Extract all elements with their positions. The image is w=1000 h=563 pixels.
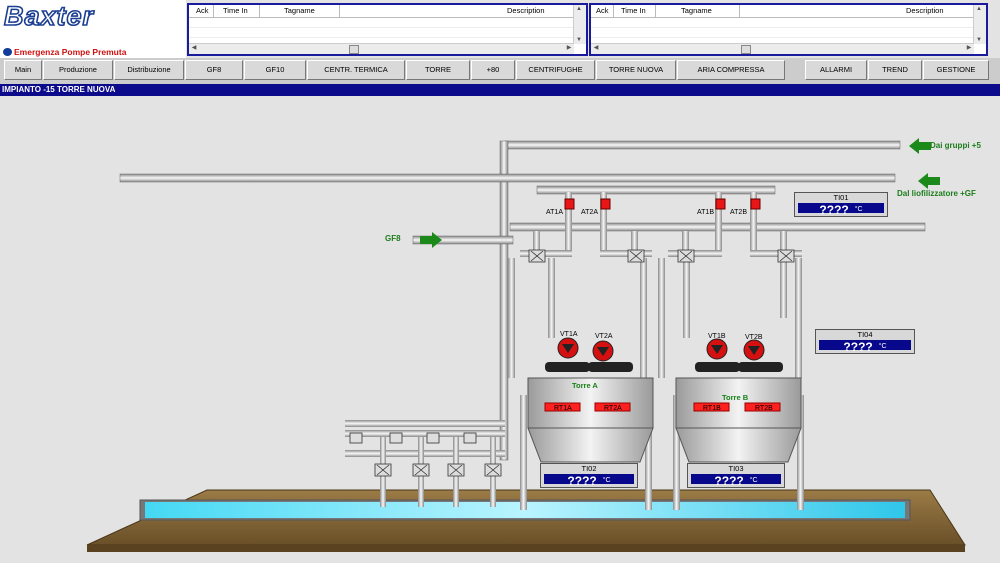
- temp-value: ???? °C: [819, 340, 911, 354]
- emergency-indicator-icon: [3, 48, 12, 56]
- alarm-table-right[interactable]: Ack Time In Tagname Description ▲ ▼ ◀ ▶: [589, 3, 988, 56]
- baxter-logo: Baxter: [3, 0, 95, 32]
- nav-allarmi[interactable]: ALLARMI: [805, 60, 867, 80]
- col-ack: Ack: [196, 6, 209, 15]
- nav-distribuzione[interactable]: Distribuzione: [114, 60, 184, 80]
- inlet-liofilizzatore-label: Dal liofilizzatore +GF: [897, 189, 976, 198]
- temp-label: TI03: [728, 464, 744, 473]
- heater-rt1a-label: RT1A: [554, 405, 572, 412]
- temp-display-ti02[interactable]: TI02 ???? °C: [540, 463, 638, 488]
- temp-value: ???? °C: [691, 474, 781, 488]
- nav-gf8[interactable]: GF8: [185, 60, 243, 80]
- temp-value: ???? °C: [544, 474, 634, 488]
- alarm-table-header: Ack Time In Tagname Description: [591, 5, 974, 18]
- nav-trend[interactable]: TREND: [868, 60, 922, 80]
- heater-rt2a-label: RT2A: [604, 405, 622, 412]
- valve-at1a-label: AT1A: [546, 209, 563, 216]
- col-description: Description: [906, 6, 944, 15]
- nav-centrifughe[interactable]: CENTRIFUGHE: [516, 60, 595, 80]
- temp-label: TI02: [581, 464, 597, 473]
- fan-vt1b-label: VT1B: [708, 333, 726, 340]
- valve-at2a-label: AT2A: [581, 209, 598, 216]
- vertical-scrollbar[interactable]: ▲ ▼: [573, 5, 586, 44]
- fan-vt2b-label: VT2B: [745, 334, 763, 341]
- vertical-scrollbar[interactable]: ▲ ▼: [973, 5, 986, 44]
- tower-a: [527, 337, 654, 463]
- nav-gestione[interactable]: GESTIONE: [923, 60, 989, 80]
- navigation-bar: Main Produzione Distribuzione GF8 GF10 C…: [0, 58, 1000, 84]
- nav-main[interactable]: Main: [4, 60, 42, 80]
- actuator-valve-icons: [564, 198, 761, 210]
- horizontal-scrollbar[interactable]: ◀ ▶: [189, 43, 574, 54]
- col-ack: Ack: [596, 6, 609, 15]
- temp-label: TI04: [857, 330, 873, 339]
- col-tagname: Tagname: [681, 6, 712, 15]
- nav-plus-80[interactable]: +80: [471, 60, 515, 80]
- fan-vt1a-label: VT1A: [560, 331, 578, 338]
- alarm-table-header: Ack Time In Tagname Description: [189, 5, 574, 18]
- heater-rt2b-label: RT2B: [755, 405, 773, 412]
- col-tagname: Tagname: [284, 6, 315, 15]
- inlet-gruppi-label: Dai gruppi +5: [930, 141, 981, 150]
- inlet-gf8-label: GF8: [385, 234, 401, 243]
- col-description: Description: [507, 6, 545, 15]
- tower-b-label: Torre B: [722, 393, 749, 402]
- temp-value: ???? °C: [798, 203, 884, 217]
- horizontal-scrollbar[interactable]: ◀ ▶: [591, 43, 974, 54]
- tower-a-label: Torre A: [572, 381, 598, 390]
- nav-torre-nuova[interactable]: TORRE NUOVA: [596, 60, 676, 80]
- col-time-in: Time In: [223, 6, 248, 15]
- emergency-message: Emergenza Pompe Premuta: [14, 47, 127, 57]
- nav-gf10[interactable]: GF10: [244, 60, 306, 80]
- heater-rt1b-label: RT1B: [703, 405, 721, 412]
- page-title: IMPIANTO -15 TORRE NUOVA: [0, 84, 1000, 96]
- nav-centr-termica[interactable]: CENTR. TERMICA: [307, 60, 405, 80]
- nav-aria-compressa[interactable]: ARIA COMPRESSA: [677, 60, 785, 80]
- col-time-in: Time In: [621, 6, 646, 15]
- temp-display-ti03[interactable]: TI03 ???? °C: [687, 463, 785, 488]
- nav-produzione[interactable]: Produzione: [43, 60, 113, 80]
- valve-at1b-label: AT1B: [697, 209, 714, 216]
- valve-at2b-label: AT2B: [730, 209, 747, 216]
- temp-display-ti04[interactable]: TI04 ???? °C: [815, 329, 915, 354]
- temp-label: TI01: [833, 193, 849, 202]
- fan-vt2a-label: VT2A: [595, 333, 613, 340]
- nav-torre[interactable]: TORRE: [406, 60, 470, 80]
- temp-display-ti01[interactable]: TI01 ???? °C: [794, 192, 888, 217]
- alarm-table-left[interactable]: Ack Time In Tagname Description ▲ ▼ ◀ ▶: [187, 3, 588, 56]
